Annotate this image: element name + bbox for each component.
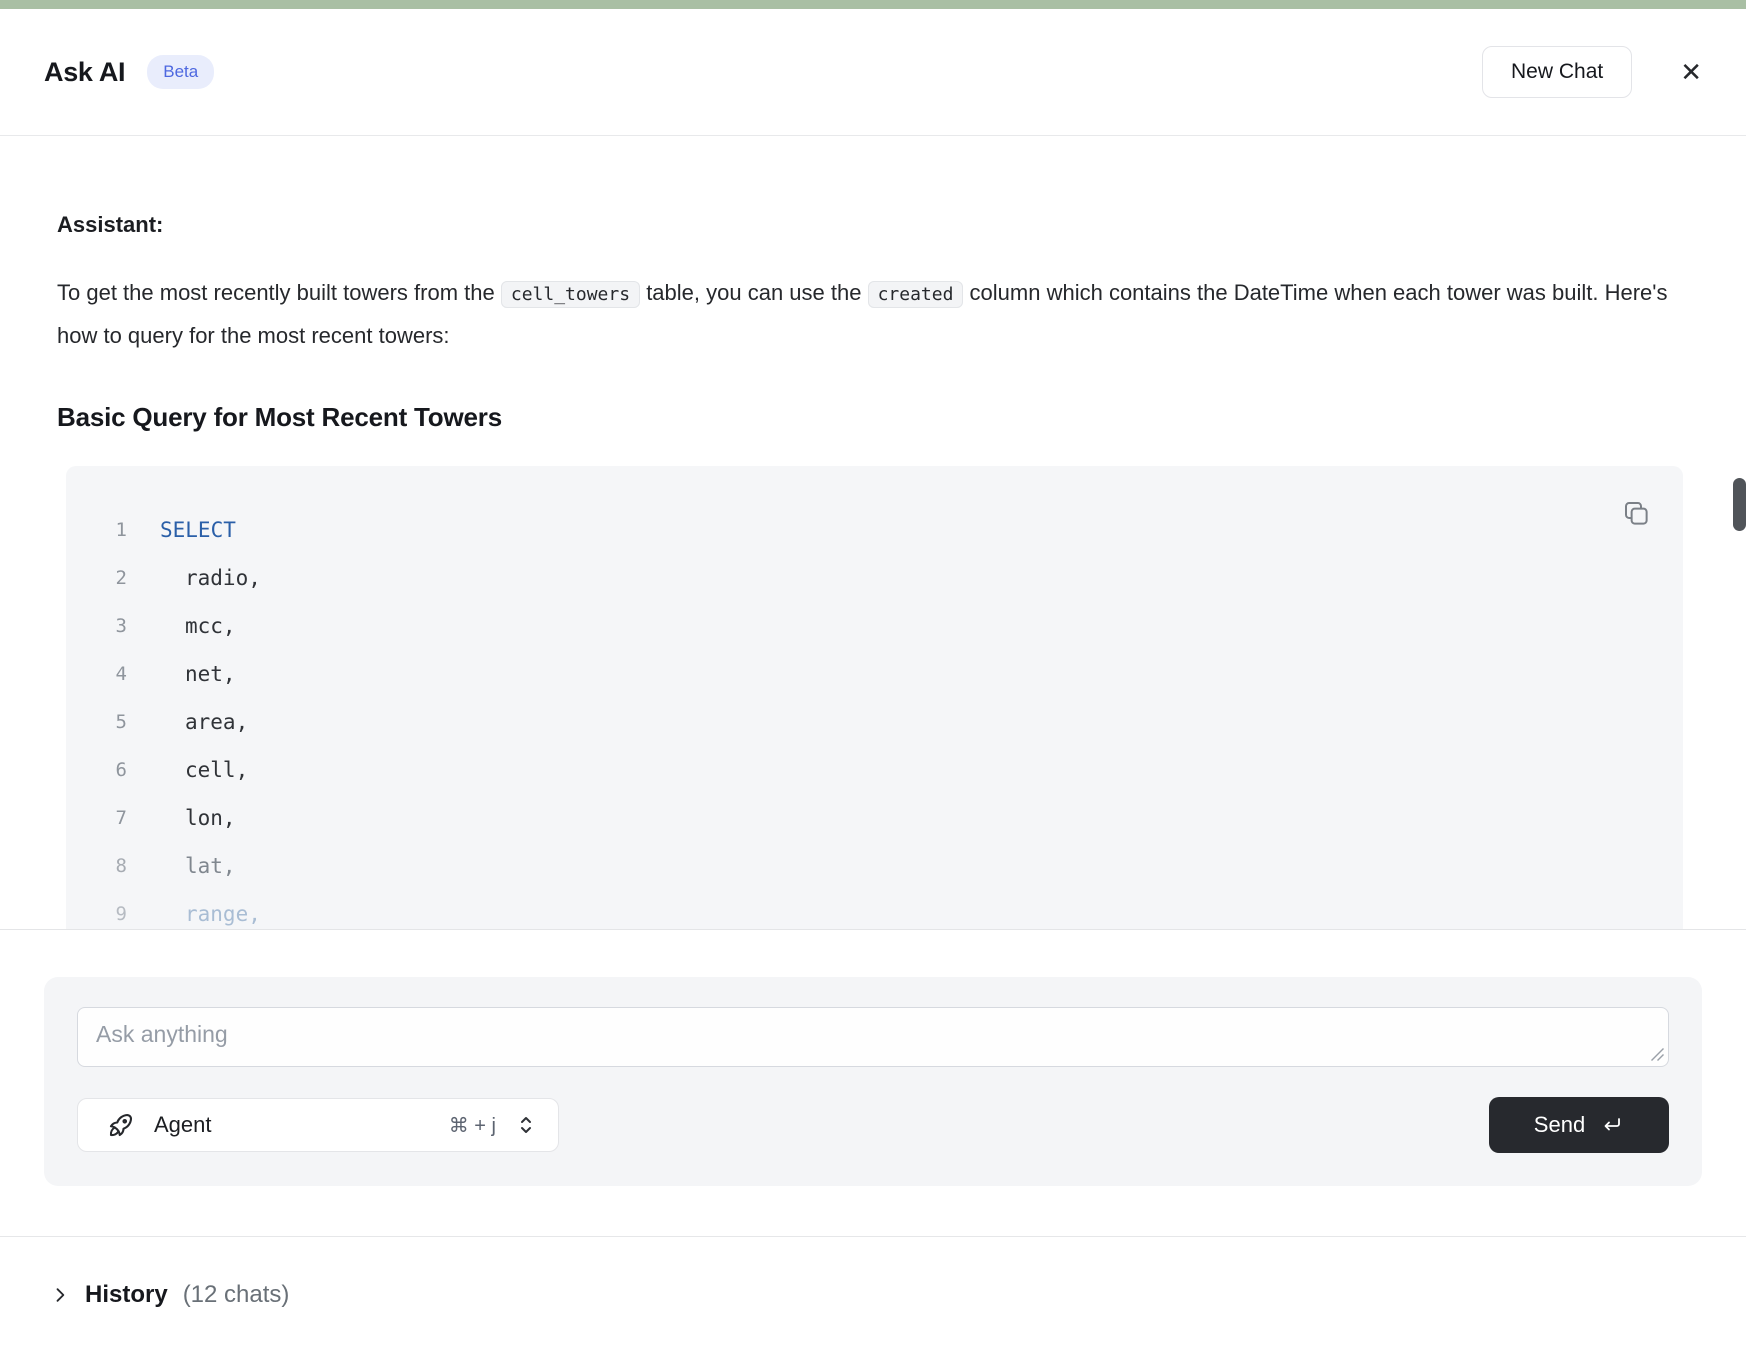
line-number: 7 [66,807,127,829]
line-number: 4 [66,663,127,685]
code-line: 5 area, [66,698,1683,746]
paragraph-text-2: table, you can use the [640,280,868,305]
copy-icon[interactable] [1619,496,1653,533]
line-number: 9 [66,903,127,925]
code-line: 1 SELECT [66,506,1683,554]
code-text: cell, [127,758,248,782]
assistant-role-label: Assistant: [57,212,1686,238]
code-text: lat, [127,854,236,878]
code-text: range, [127,902,261,926]
panel-header: Ask AI Beta New Chat ✕ [0,9,1746,136]
history-count: (12 chats) [183,1281,290,1309]
code-line: 7 lon, [66,794,1683,842]
top-accent-bar [0,0,1746,9]
code-line: 4 net, [66,650,1683,698]
code-text: area, [127,710,248,734]
beta-badge: Beta [147,55,214,89]
line-number: 8 [66,855,127,877]
history-toggle[interactable]: History (12 chats) [50,1281,289,1309]
code-text: radio, [127,566,261,590]
line-number: 1 [66,519,127,541]
code-line: 2 radio, [66,554,1683,602]
return-key-icon [1600,1113,1624,1137]
keyboard-shortcut: ⌘ + j [449,1113,496,1138]
close-icon[interactable]: ✕ [1676,55,1706,89]
chevron-right-icon [50,1285,70,1305]
code-line: 3 mcc, [66,602,1683,650]
rocket-icon [106,1110,136,1140]
composer: Agent ⌘ + j Send [44,977,1702,1186]
line-number: 2 [66,567,127,589]
code-line: 8 lat, [66,842,1683,890]
code-text: net, [127,662,236,686]
code-text: SELECT [127,518,236,542]
ask-ai-panel: Ask AI Beta New Chat ✕ Assistant: To get… [0,0,1746,1362]
composer-actions-row: Agent ⌘ + j Send [77,1097,1669,1153]
line-number: 5 [66,711,127,733]
header-right: New Chat ✕ [1482,46,1706,98]
chat-message-area: Assistant: To get the most recently buil… [0,136,1746,929]
assistant-paragraph: To get the most recently built towers fr… [57,272,1683,356]
line-number: 3 [66,615,127,637]
sql-code-block: 1 SELECT 2 radio, 3 mcc, 4 net, 5 area, … [66,466,1683,929]
scrollbar-thumb[interactable] [1733,478,1746,531]
ask-input-wrapper [77,1007,1669,1067]
inline-code-created: created [868,281,964,308]
header-left: Ask AI Beta [44,55,214,89]
new-chat-button[interactable]: New Chat [1482,46,1632,98]
paragraph-text-1: To get the most recently built towers fr… [57,280,501,305]
agent-mode-label: Agent [154,1112,212,1138]
send-button-label: Send [1534,1112,1585,1138]
ask-input[interactable] [77,1007,1669,1067]
code-line: 9 range, [66,890,1683,929]
composer-section: Agent ⌘ + j Send [0,929,1746,1236]
code-text: mcc, [127,614,236,638]
section-heading: Basic Query for Most Recent Towers [57,402,1686,433]
code-text: lon, [127,806,236,830]
send-button[interactable]: Send [1489,1097,1669,1153]
line-number: 6 [66,759,127,781]
history-label: History [85,1281,168,1309]
agent-mode-selector[interactable]: Agent ⌘ + j [77,1098,559,1152]
code-line: 6 cell, [66,746,1683,794]
history-section: History (12 chats) [0,1236,1746,1361]
page-title: Ask AI [44,57,125,88]
inline-code-cell-towers: cell_towers [501,281,640,308]
chevron-selector-icon [514,1113,538,1137]
